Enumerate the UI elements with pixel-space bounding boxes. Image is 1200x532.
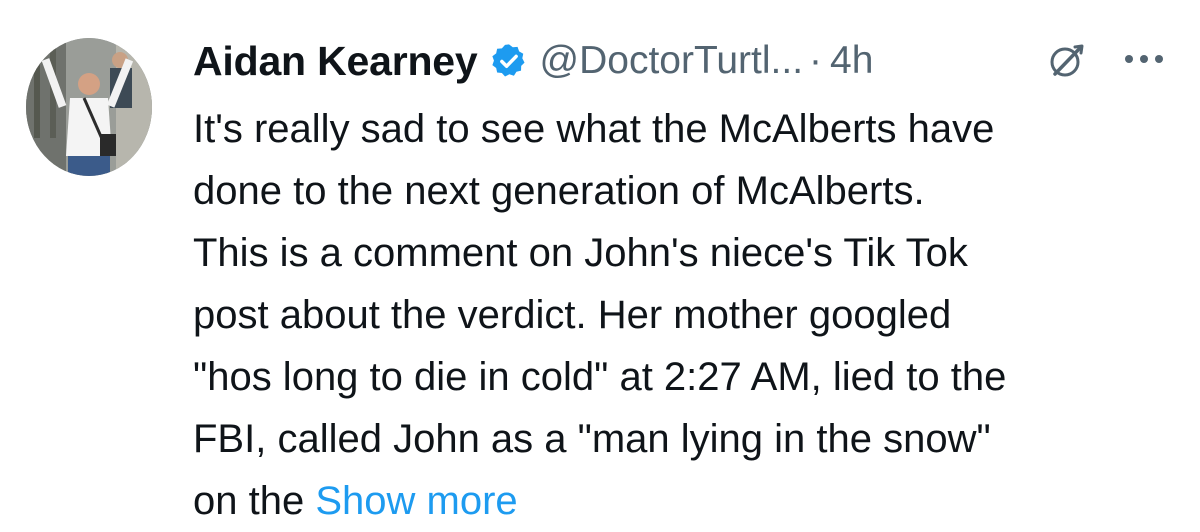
tweet-text-line: post about the verdict. Her mother googl… — [193, 293, 952, 337]
tweet-text-line: "hos long to die in cold" at 2:27 AM, li… — [193, 355, 1007, 399]
tweet-text-line: on the — [193, 479, 305, 523]
tweet-text-line: It's really sad to see what the McAlbert… — [193, 107, 995, 151]
tweet-text-line: This is a comment on John's niece's Tik … — [193, 231, 968, 275]
tweet-text-line: done to the next generation of McAlberts… — [193, 169, 925, 213]
timestamp[interactable]: 4h — [830, 39, 873, 83]
show-more-link[interactable]: Show more — [315, 479, 517, 523]
tweet-text-line: FBI, called John as a "man lying in the … — [193, 417, 991, 461]
author-avatar[interactable] — [26, 38, 152, 176]
tweet: Aidan Kearney @DoctorTurtl... · 4h It's … — [0, 0, 1200, 524]
tweet-text-last-line: on the Show more — [193, 470, 1183, 532]
tweet-header: Aidan Kearney @DoctorTurtl... · 4h — [193, 34, 873, 88]
author-handle[interactable]: @DoctorTurtl... — [540, 39, 804, 83]
author-name[interactable]: Aidan Kearney — [193, 38, 478, 85]
separator-dot: · — [809, 39, 823, 82]
verified-badge-icon — [490, 42, 528, 80]
tweet-text: It's really sad to see what the McAlbert… — [193, 98, 1183, 532]
grok-icon[interactable] — [1047, 41, 1087, 81]
avatar-photo — [26, 38, 152, 176]
more-options-icon[interactable] — [1122, 52, 1166, 66]
